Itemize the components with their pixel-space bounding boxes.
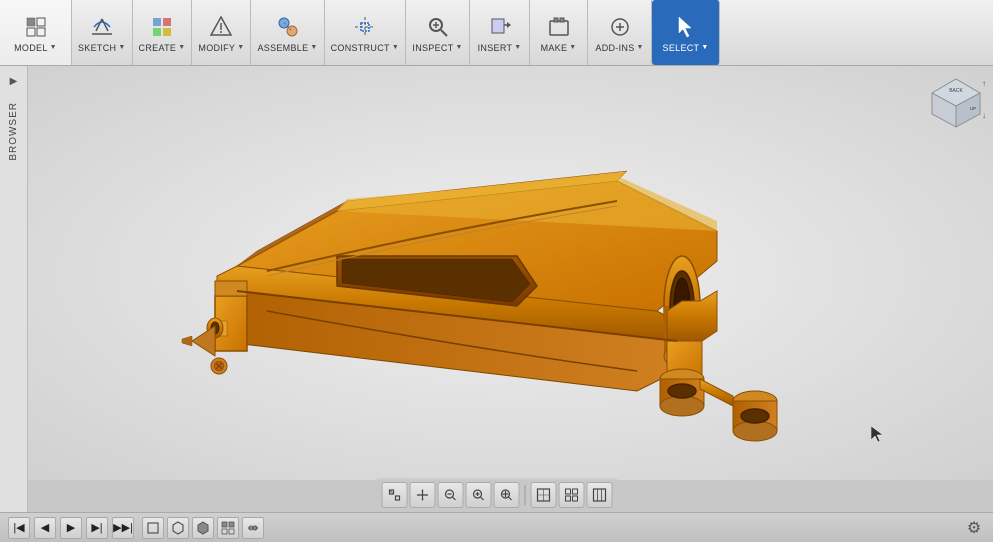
inspect-label: INSPECT ▼ — [412, 43, 462, 53]
main-toolbar: MODEL ▼ SKETCH ▼ — [0, 0, 993, 66]
toolbar-modify[interactable]: MODIFY ▼ — [192, 0, 251, 65]
settings-area: ⚙ — [963, 517, 985, 539]
add-ins-label: ADD-INS ▼ — [595, 43, 643, 53]
create-label: CREATE ▼ — [139, 43, 186, 53]
left-sidebar: ▶ BROWSER — [0, 66, 28, 542]
select-label: SELECT ▼ — [663, 43, 709, 53]
playback-play-button[interactable]: ▶ — [60, 517, 82, 539]
grid-view-icon[interactable] — [217, 517, 239, 539]
playback-end-button[interactable]: ▶▶| — [112, 517, 134, 539]
inspect-icon — [424, 13, 452, 41]
sketch-icon — [88, 13, 116, 41]
playback-prev-button[interactable]: ◀ — [34, 517, 56, 539]
toolbar-add-ins[interactable]: ADD-INS ▼ — [588, 0, 652, 65]
fit-all-button[interactable] — [381, 482, 407, 508]
sidebar-collapse-arrow[interactable]: ▶ — [3, 70, 25, 92]
view-icons — [142, 517, 264, 539]
bottom-toolbar — [375, 478, 618, 512]
playback-next-button[interactable]: ▶| — [86, 517, 108, 539]
toolbar-construct[interactable]: CONSTRUCT ▼ — [325, 0, 406, 65]
zoom-in-button[interactable] — [465, 482, 491, 508]
toolbar-insert[interactable]: INSERT ▼ — [470, 0, 530, 65]
model-label: MODEL ▼ — [14, 43, 57, 53]
insert-icon — [486, 13, 514, 41]
select-icon — [672, 13, 700, 41]
svg-text:BACK: BACK — [949, 88, 963, 94]
toolbar-model[interactable]: MODEL ▼ — [0, 0, 72, 65]
svg-text:UP: UP — [970, 106, 976, 111]
model-icon — [22, 13, 50, 41]
svg-text:↓: ↓ — [982, 111, 985, 120]
pivot-icon[interactable] — [242, 517, 264, 539]
pan-button[interactable] — [409, 482, 435, 508]
grid-button[interactable] — [558, 482, 584, 508]
make-icon — [545, 13, 573, 41]
toolbar-make[interactable]: MAKE ▼ — [530, 0, 588, 65]
settings-button[interactable]: ⚙ — [963, 517, 985, 539]
construct-label: CONSTRUCT ▼ — [331, 43, 399, 53]
assemble-label: ASSEMBLE ▼ — [257, 43, 317, 53]
status-icons-left: |◀ ◀ ▶ ▶| ▶▶| — [8, 517, 134, 539]
modify-label: MODIFY ▼ — [198, 43, 244, 53]
cursor-pointer — [871, 426, 883, 442]
insert-label: INSERT ▼ — [478, 43, 522, 53]
status-bar: |◀ ◀ ▶ ▶| ▶▶| — [0, 512, 993, 542]
browser-label: BROWSER — [8, 102, 19, 161]
make-label: MAKE ▼ — [541, 43, 577, 53]
add-ins-icon — [606, 13, 634, 41]
3d-bracket-model — [137, 111, 817, 471]
hex-view-icon[interactable] — [167, 517, 189, 539]
toolbar-inspect[interactable]: INSPECT ▼ — [406, 0, 470, 65]
toolbar-divider-1 — [524, 485, 525, 505]
zoom-out-button[interactable] — [437, 482, 463, 508]
display-mode-button[interactable] — [586, 482, 612, 508]
modify-icon — [207, 13, 235, 41]
create-icon — [148, 13, 176, 41]
toolbar-create[interactable]: CREATE ▼ — [133, 0, 193, 65]
toolbar-select[interactable]: SELECT ▼ — [652, 0, 720, 65]
viewport[interactable]: BACK UP ↑ ↓ — [28, 66, 993, 480]
construct-icon — [351, 13, 379, 41]
view-mode-button[interactable] — [530, 482, 556, 508]
sketch-label: SKETCH ▼ — [78, 43, 126, 53]
box-view-icon[interactable] — [142, 517, 164, 539]
playback-start-button[interactable]: |◀ — [8, 517, 30, 539]
zoom-fit-button[interactable] — [493, 482, 519, 508]
assemble-icon — [274, 13, 302, 41]
svg-text:↑: ↑ — [982, 79, 985, 88]
model-area: BACK UP ↑ ↓ — [28, 66, 993, 480]
toolbar-sketch[interactable]: SKETCH ▼ — [72, 0, 133, 65]
view-cube[interactable]: BACK UP ↑ ↓ — [927, 74, 985, 132]
toolbar-assemble[interactable]: ASSEMBLE ▼ — [251, 0, 324, 65]
hex-fill-icon[interactable] — [192, 517, 214, 539]
